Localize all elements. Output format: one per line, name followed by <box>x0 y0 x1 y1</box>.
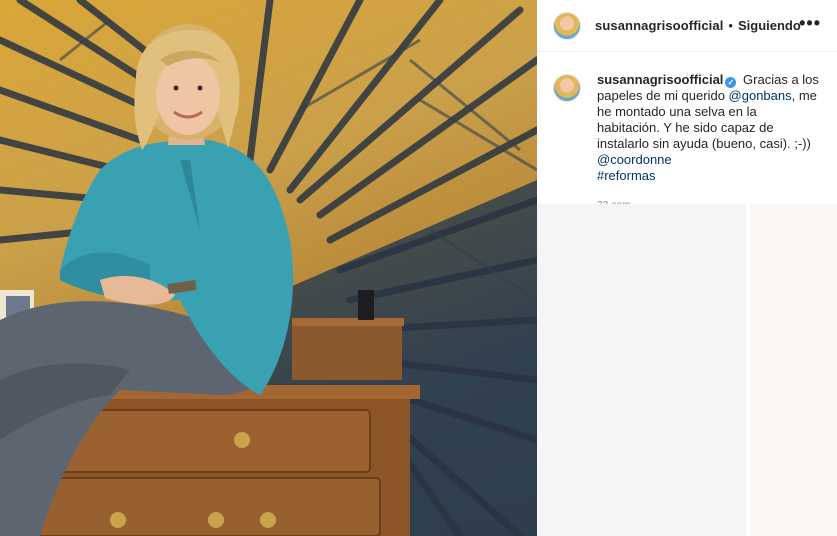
header-separator: • <box>728 18 733 33</box>
post-photo[interactable] <box>0 0 537 536</box>
following-button[interactable]: Siguiendo <box>738 18 801 33</box>
post-caption: susannagrisoofficial ✓ Gracias a los pape… <box>553 72 823 214</box>
mention-coordonne-link[interactable]: @coordonne <box>597 152 672 167</box>
loading-placeholder-secondary <box>750 204 837 536</box>
caption-body: susannagrisoofficial ✓ Gracias a los pape… <box>597 72 823 214</box>
mention-gonbans-link[interactable]: @gonbans <box>729 88 792 103</box>
hashtag-reformas-link[interactable]: #reformas <box>597 168 656 183</box>
caption-username[interactable]: susannagrisoofficial <box>597 72 723 87</box>
verified-badge-icon: ✓ <box>725 77 737 88</box>
author-avatar[interactable] <box>553 11 581 40</box>
post-header: susannagrisoofficial • Siguiendo ••• <box>537 0 837 52</box>
post-photo-illustration <box>0 0 537 536</box>
post-details-panel: susannagrisoofficial • Siguiendo ••• sus… <box>537 0 837 536</box>
caption-avatar[interactable] <box>553 74 581 102</box>
more-options-icon[interactable]: ••• <box>799 14 821 32</box>
author-username[interactable]: susannagrisoofficial <box>595 18 723 33</box>
loading-placeholder <box>537 204 746 536</box>
